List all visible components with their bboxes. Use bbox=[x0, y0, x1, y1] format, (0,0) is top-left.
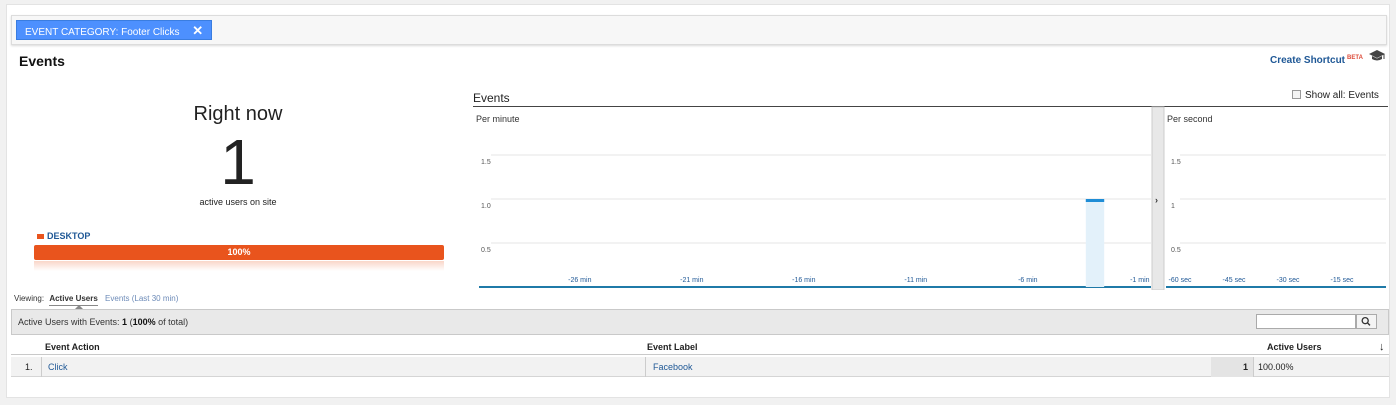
active-users-subtitle: active users on site bbox=[199, 197, 277, 207]
y-tick-label: 1.0 bbox=[481, 203, 491, 210]
right-now-label: Right now bbox=[193, 103, 283, 125]
col-event-action[interactable]: Event Action bbox=[45, 339, 100, 355]
page-title: Events bbox=[19, 53, 65, 69]
device-label: DESKTOP bbox=[47, 231, 91, 241]
filter-bar: EVENT CATEGORY: Footer Clicks ✕ bbox=[11, 15, 1387, 45]
x-tick-label: -45 sec bbox=[1223, 277, 1246, 284]
x-tick-label: -60 sec bbox=[1169, 277, 1192, 284]
create-shortcut-link[interactable]: Create Shortcut BETA bbox=[1270, 55, 1363, 66]
active-users-count: 1 bbox=[220, 126, 256, 198]
table-row: 1. Click Facebook 1 100.00% bbox=[11, 357, 1389, 377]
viewing-prefix: Viewing: bbox=[14, 294, 45, 303]
chevron-right-icon[interactable]: › bbox=[1155, 195, 1158, 205]
summary-prefix: Active Users with Events: bbox=[18, 317, 120, 327]
device-bar-reflection bbox=[34, 261, 444, 271]
events-chart: Per minute Per second › 1.5 1.0 0.5 -26 min… bbox=[473, 106, 1388, 290]
table-header: Event Action Event Label Active Users ↓ bbox=[11, 339, 1389, 355]
summary-bar: Active Users with Events: 1 (100% of tot… bbox=[11, 309, 1389, 335]
device-swatch bbox=[37, 234, 44, 240]
sort-arrow-icon[interactable]: ↓ bbox=[1379, 339, 1385, 355]
bar-minute-cap bbox=[1085, 199, 1105, 202]
filter-chip[interactable]: EVENT CATEGORY: Footer Clicks ✕ bbox=[16, 20, 213, 40]
col-divider bbox=[1253, 357, 1254, 377]
per-second-title: Per second bbox=[1167, 114, 1213, 124]
row-users-percent: 100.00% bbox=[1258, 362, 1294, 372]
y-tick-label: 1 bbox=[1171, 203, 1175, 210]
x-tick-label: -30 sec bbox=[1277, 277, 1300, 284]
col-divider bbox=[41, 357, 42, 377]
x-tick-label: -16 min bbox=[792, 277, 815, 284]
y-tick-label: 0.5 bbox=[1171, 247, 1181, 254]
summary-percent: 100% bbox=[132, 317, 156, 327]
chart-title: Events bbox=[473, 91, 510, 105]
x-tick-label: -26 min bbox=[568, 277, 591, 284]
beta-badge: BETA bbox=[1347, 55, 1363, 61]
summary-suffix: of total) bbox=[158, 317, 189, 327]
per-minute-title: Per minute bbox=[476, 114, 520, 124]
x-tick-label: -21 min bbox=[680, 277, 703, 284]
col-active-users[interactable]: Active Users bbox=[1267, 339, 1322, 355]
close-icon[interactable]: ✕ bbox=[192, 23, 203, 38]
y-tick-label: 1.5 bbox=[1171, 159, 1181, 166]
row-event-action[interactable]: Click bbox=[48, 357, 68, 377]
device-share-bar: 100% bbox=[34, 245, 444, 260]
x-tick-label: -6 min bbox=[1018, 277, 1038, 284]
row-index: 1. bbox=[25, 362, 33, 372]
show-all-toggle[interactable]: Show all: Events bbox=[1292, 90, 1379, 101]
tab-events-last-30[interactable]: Events (Last 30 min) bbox=[105, 294, 178, 303]
show-all-checkbox[interactable] bbox=[1292, 90, 1301, 99]
row-active-users: 1 bbox=[1243, 362, 1249, 372]
col-event-label[interactable]: Event Label bbox=[647, 339, 698, 355]
viewing-tabs: Viewing: Active Users Events (Last 30 mi… bbox=[14, 294, 178, 306]
col-divider bbox=[645, 357, 646, 377]
events-report: EVENT CATEGORY: Footer Clicks ✕ Events C… bbox=[6, 4, 1390, 398]
x-tick-label: -11 min bbox=[904, 277, 927, 284]
device-legend[interactable]: DESKTOP bbox=[37, 231, 90, 241]
create-shortcut-label: Create Shortcut bbox=[1270, 55, 1346, 66]
x-tick-label: -1 min bbox=[1130, 277, 1150, 284]
panel-toggle[interactable] bbox=[1151, 106, 1165, 290]
search-icon[interactable] bbox=[1356, 314, 1377, 329]
graduation-cap-icon[interactable] bbox=[1369, 49, 1385, 63]
y-tick-label: 1.5 bbox=[481, 159, 491, 166]
filter-chip-label: EVENT CATEGORY: Footer Clicks bbox=[25, 27, 180, 38]
device-percent: 100% bbox=[227, 247, 251, 257]
table-search-input[interactable] bbox=[1256, 314, 1356, 329]
bar-minute bbox=[1085, 199, 1105, 287]
row-event-label[interactable]: Facebook bbox=[653, 357, 693, 377]
summary-value: 1 bbox=[122, 317, 128, 327]
x-tick-label: -15 sec bbox=[1331, 277, 1354, 284]
show-all-label: Show all: Events bbox=[1305, 90, 1379, 101]
y-tick-label: 0.5 bbox=[481, 247, 491, 254]
